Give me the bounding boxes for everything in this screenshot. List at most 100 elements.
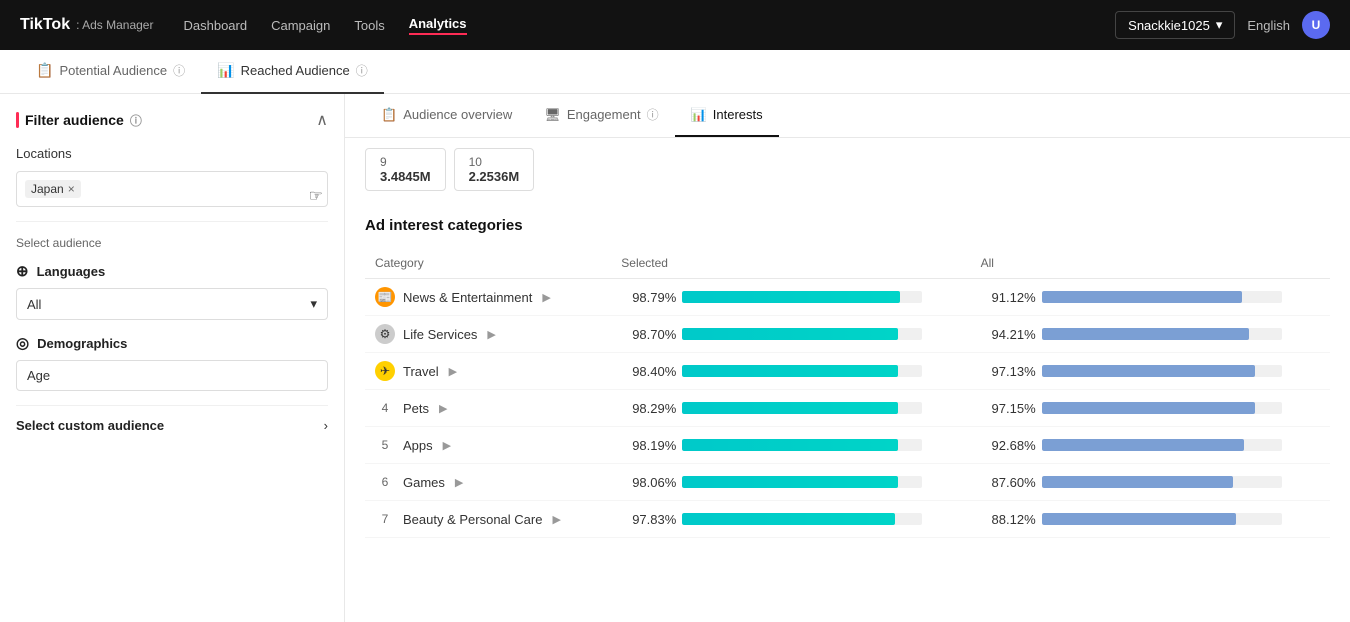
- selected-pct: 98.40%: [621, 364, 676, 379]
- collapse-icon[interactable]: ∧: [316, 110, 328, 130]
- stat-box-2[interactable]: 10 2.2536M: [454, 148, 535, 191]
- selected-cell: 98.19%: [611, 427, 970, 464]
- nav-dashboard[interactable]: Dashboard: [183, 18, 247, 33]
- tab-engagement[interactable]: 🖥 Engagement ⓘ: [528, 94, 674, 137]
- filter-title-label: Filter audience: [25, 112, 124, 128]
- demographics-header: ◎ Demographics: [16, 334, 328, 352]
- languages-label: Languages: [37, 264, 106, 279]
- potential-audience-icon: 📋: [36, 62, 53, 79]
- all-bar: [1042, 439, 1282, 451]
- category-name: Apps: [403, 438, 433, 453]
- ad-categories-section: Ad interest categories Category Selected…: [345, 201, 1350, 554]
- demographics-section: ◎ Demographics Age: [16, 334, 328, 391]
- nav-right: Snackkie1025 ▾ English U: [1115, 11, 1330, 39]
- age-select[interactable]: Age: [16, 360, 328, 391]
- tab-audience-overview[interactable]: 📋 Audience overview: [365, 95, 528, 137]
- tab-potential-audience-label: Potential Audience: [59, 63, 167, 78]
- content-area: 📋 Audience overview 🖥 Engagement ⓘ 📊 Int…: [345, 94, 1350, 622]
- remove-location-icon[interactable]: ×: [68, 182, 75, 196]
- category-rank-icon: 7: [375, 509, 395, 529]
- nav-tools[interactable]: Tools: [354, 18, 384, 33]
- engagement-info-icon[interactable]: ⓘ: [647, 106, 659, 123]
- dropdown-chevron-icon: ▾: [1216, 17, 1223, 33]
- category-name: Beauty & Personal Care: [403, 512, 542, 527]
- category-rank-icon: 4: [375, 398, 395, 418]
- expand-arrow-icon[interactable]: ▶: [439, 402, 447, 415]
- interests-icon: 📊: [691, 107, 707, 123]
- selected-bar: [682, 439, 922, 451]
- all-cell: 88.12%: [971, 501, 1330, 538]
- expand-arrow-icon[interactable]: ▶: [443, 439, 451, 452]
- all-pct: 88.12%: [981, 512, 1036, 527]
- location-input[interactable]: Japan × ☞: [16, 171, 328, 207]
- app-sub: : Ads Manager: [76, 18, 153, 32]
- top-navigation: TikTok : Ads Manager Dashboard Campaign …: [0, 0, 1350, 50]
- all-bar: [1042, 513, 1282, 525]
- tab-engagement-label: Engagement: [567, 107, 641, 122]
- avatar[interactable]: U: [1302, 11, 1330, 39]
- account-dropdown[interactable]: Snackkie1025 ▾: [1115, 11, 1235, 39]
- custom-audience-row[interactable]: Select custom audience ›: [16, 405, 328, 445]
- tab-potential-audience[interactable]: 📋 Potential Audience ⓘ: [20, 50, 201, 94]
- category-cell: ⚙ Life Services ▶: [365, 316, 611, 353]
- all-bar-fill: [1042, 476, 1233, 488]
- selected-cell: 98.06%: [611, 464, 970, 501]
- tab-reached-audience-label: Reached Audience: [241, 63, 350, 78]
- expand-arrow-icon[interactable]: ▶: [487, 328, 495, 341]
- stat-box-1[interactable]: 9 3.4845M: [365, 148, 446, 191]
- all-pct: 91.12%: [981, 290, 1036, 305]
- languages-select[interactable]: All ▾: [16, 288, 328, 320]
- audience-overview-icon: 📋: [381, 107, 397, 123]
- table-row: 4 Pets ▶ 98.29% 97.15%: [365, 390, 1330, 427]
- selected-cell: 98.79%: [611, 279, 970, 316]
- all-cell: 87.60%: [971, 464, 1330, 501]
- age-label: Age: [27, 368, 50, 383]
- nav-links: Dashboard Campaign Tools Analytics: [183, 16, 466, 35]
- selected-bar-fill: [682, 513, 895, 525]
- selected-bar: [682, 476, 922, 488]
- inner-tabs: 📋 Audience overview 🖥 Engagement ⓘ 📊 Int…: [345, 94, 1350, 138]
- nav-analytics[interactable]: Analytics: [409, 16, 467, 35]
- filter-title: Filter audience ⓘ: [16, 112, 142, 129]
- all-bar: [1042, 402, 1282, 414]
- app-logo: TikTok : Ads Manager: [20, 16, 153, 34]
- expand-arrow-icon[interactable]: ▶: [542, 291, 550, 304]
- selected-cell: 97.83%: [611, 501, 970, 538]
- table-row: 7 Beauty & Personal Care ▶ 97.83% 88.12%: [365, 501, 1330, 538]
- category-rank-icon: 6: [375, 472, 395, 492]
- category-name: News & Entertainment: [403, 290, 532, 305]
- locations-label: Locations: [16, 146, 328, 161]
- demographics-icon: ◎: [16, 334, 29, 352]
- category-cell: 7 Beauty & Personal Care ▶: [365, 501, 611, 538]
- all-pct: 92.68%: [981, 438, 1036, 453]
- table-row: 5 Apps ▶ 98.19% 92.68%: [365, 427, 1330, 464]
- tab-reached-audience[interactable]: 📊 Reached Audience ⓘ: [201, 50, 384, 94]
- potential-audience-info-icon[interactable]: ⓘ: [173, 62, 185, 79]
- col-header-selected: Selected: [611, 248, 970, 279]
- tab-interests[interactable]: 📊 Interests: [675, 95, 779, 137]
- page-tabs: 📋 Potential Audience ⓘ 📊 Reached Audienc…: [0, 50, 1350, 94]
- languages-dropdown-icon: ▾: [310, 296, 317, 312]
- selected-pct: 98.19%: [621, 438, 676, 453]
- category-icon: 📰: [375, 287, 395, 307]
- reached-audience-info-icon[interactable]: ⓘ: [356, 62, 368, 79]
- category-icon: ⚙: [375, 324, 395, 344]
- demographics-label: Demographics: [37, 336, 127, 351]
- expand-arrow-icon[interactable]: ▶: [552, 513, 560, 526]
- all-cell: 92.68%: [971, 427, 1330, 464]
- expand-arrow-icon[interactable]: ▶: [455, 476, 463, 489]
- main-layout: Filter audience ⓘ ∧ Locations Japan × ☞ …: [0, 94, 1350, 622]
- category-name: Travel: [403, 364, 439, 379]
- selected-bar-fill: [682, 328, 898, 340]
- nav-campaign[interactable]: Campaign: [271, 18, 330, 33]
- selected-bar-fill: [682, 291, 900, 303]
- all-bar-fill: [1042, 365, 1255, 377]
- category-cell: 6 Games ▶: [365, 464, 611, 501]
- selected-cell: 98.40%: [611, 353, 970, 390]
- filter-info-icon[interactable]: ⓘ: [130, 112, 142, 129]
- all-bar-fill: [1042, 513, 1236, 525]
- languages-header: ⊕ Languages: [16, 262, 328, 280]
- category-name: Life Services: [403, 327, 477, 342]
- category-cell: 4 Pets ▶: [365, 390, 611, 427]
- expand-arrow-icon[interactable]: ▶: [449, 365, 457, 378]
